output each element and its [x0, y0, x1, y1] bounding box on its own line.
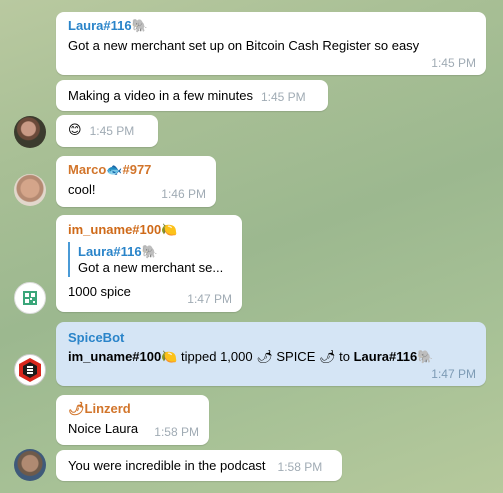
message-time: 1:47 PM — [187, 292, 232, 306]
reply-text: Got a new merchant se... — [78, 260, 224, 275]
laura-avatar[interactable] — [14, 116, 46, 148]
reply-quote[interactable]: Laura#116🐘 Got a new merchant se... — [68, 242, 232, 277]
chili-pepper-icon: 🌶 — [318, 349, 336, 364]
message-text: 1000 spice — [68, 284, 131, 299]
message-fragment: SPICE — [272, 349, 319, 364]
message-time: 1:45 PM — [89, 124, 135, 138]
message-bubble[interactable]: Marco🐟#977 cool! 1:46 PM — [56, 156, 216, 207]
linzerd-avatar[interactable] — [14, 449, 46, 481]
message-bubble[interactable]: im_uname#100🍋 Laura#116🐘 Got a new merch… — [56, 215, 242, 312]
message-bubble[interactable]: 🌶Linzerd Noice Laura 1:58 PM — [56, 395, 209, 445]
message-bubble[interactable]: Laura#116🐘 Got a new merchant set up on … — [56, 12, 486, 75]
sender-name: im_uname#100🍋 — [68, 222, 232, 238]
sender-name: Laura#116🐘 — [68, 18, 476, 34]
reply-sender: Laura#116🐘 — [78, 244, 232, 260]
sender-name: 🌶Linzerd — [68, 401, 199, 417]
bot-message-bubble[interactable]: SpiceBot im_uname#100🍋 tipped 1,000 🌶 SP… — [56, 322, 486, 386]
marco-avatar[interactable] — [14, 174, 46, 206]
message-time: 1:46 PM — [161, 187, 206, 201]
lemon-icon: 🍋 — [161, 222, 178, 237]
message-text: Noice Laura — [68, 421, 139, 436]
elephant-icon: 🐘 — [417, 349, 434, 364]
sender-label[interactable]: im_uname#100 — [68, 222, 161, 237]
tipper-user[interactable]: im_uname#100 — [68, 349, 161, 364]
sender-tag: #977 — [122, 162, 152, 177]
sender-label[interactable]: Linzerd — [85, 401, 131, 416]
chili-pepper-icon: 🌶 — [256, 349, 273, 364]
message-fragment: tipped 1,000 — [177, 349, 257, 364]
sender-label[interactable]: Laura#116 — [68, 18, 132, 33]
reply-sender-label: Laura#116 — [78, 244, 142, 259]
chili-pepper-icon: 🌶 — [68, 401, 85, 416]
smile-emoji-icon: 😊 — [68, 122, 82, 137]
message-text: cool! — [68, 182, 96, 197]
message-bubble[interactable]: Making a video in a few minutes 1:45 PM — [56, 80, 328, 111]
message-bubble[interactable]: You were incredible in the podcast 1:58 P… — [56, 450, 342, 481]
message-text: You were incredible in the podcast — [68, 458, 266, 473]
fish-icon: 🐟 — [106, 162, 123, 177]
chat-area: Laura#116🐘 Got a new merchant set up on … — [0, 0, 503, 493]
message-time: 1:45 PM — [431, 56, 476, 70]
message-time: 1:58 PM — [154, 425, 199, 439]
sender-label[interactable]: SpiceBot — [68, 330, 124, 345]
sender-label[interactable]: Marco — [68, 162, 106, 177]
qr-code-icon — [23, 291, 37, 305]
sender-name: Marco🐟#977 — [68, 162, 206, 178]
spicebot-avatar[interactable] — [14, 354, 46, 386]
elephant-icon: 🐘 — [141, 244, 158, 259]
recipient-user[interactable]: Laura#116 — [354, 349, 418, 364]
message-time: 1:45 PM — [260, 90, 306, 104]
lemon-icon: 🍋 — [161, 349, 178, 364]
message-fragment: to — [335, 349, 354, 364]
message-time: 1:58 PM — [277, 460, 323, 474]
elephant-icon: 🐘 — [131, 18, 148, 33]
message-bubble[interactable]: 😊 1:45 PM — [56, 115, 158, 147]
message-text: Making a video in a few minutes — [68, 88, 253, 103]
message-text: im_uname#100🍋 tipped 1,000 🌶 SPICE 🌶 to … — [68, 348, 476, 365]
message-text: Got a new merchant set up on Bitcoin Cas… — [68, 38, 420, 53]
spicebot-logo-icon — [19, 358, 41, 382]
qr-avatar[interactable] — [14, 282, 46, 314]
sender-name: SpiceBot — [68, 330, 476, 345]
message-time: 1:47 PM — [431, 367, 476, 381]
